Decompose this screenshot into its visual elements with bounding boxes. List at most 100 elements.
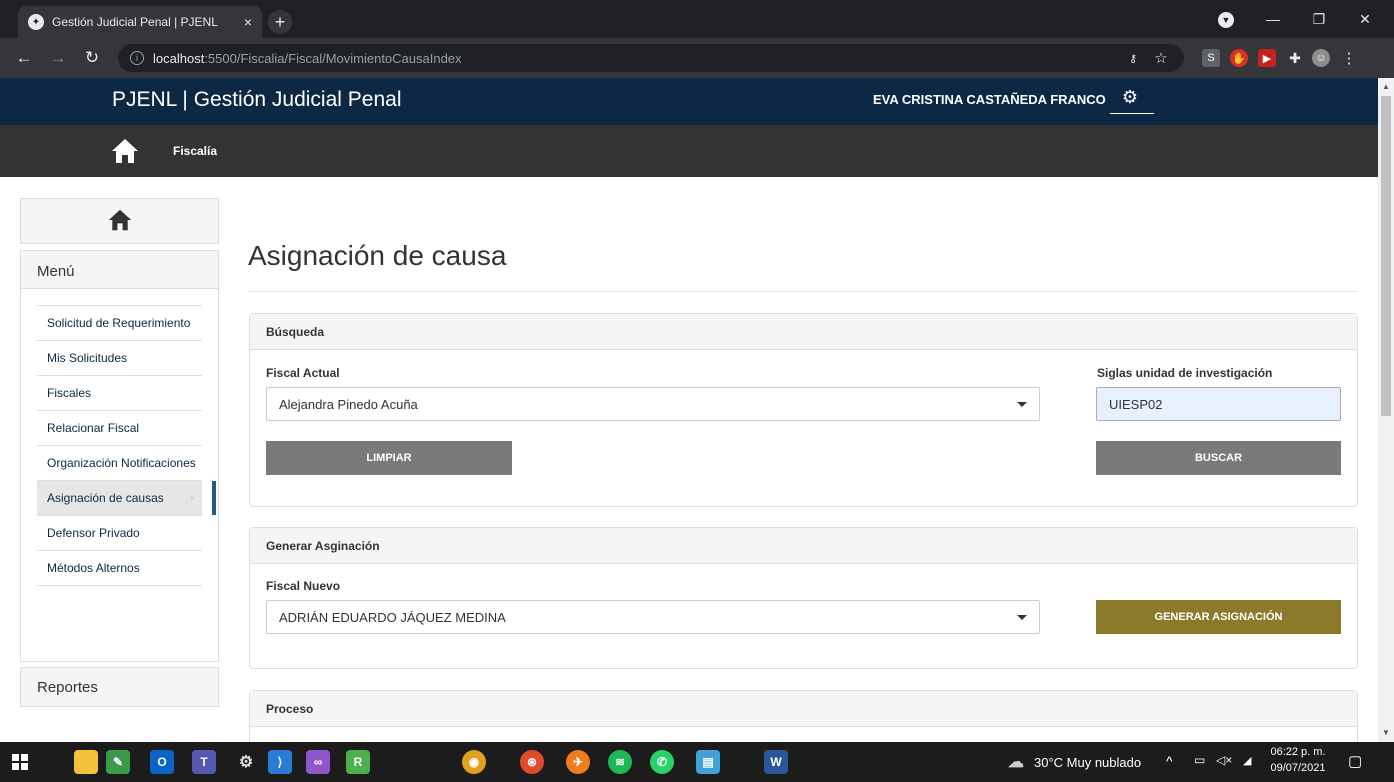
settings-app-icon[interactable]: ⚙ — [234, 750, 258, 774]
weather-text[interactable]: 30°C Muy nublado — [1034, 755, 1141, 770]
clock-time[interactable]: 06:22 p. m. — [1270, 746, 1326, 758]
tab-title: Gestión Judicial Penal | PJENL — [52, 15, 218, 29]
assignment-panel: Generar Asginación Fiscal Nuevo ADRIÁN E… — [249, 527, 1358, 669]
fiscal-actual-label: Fiscal Actual — [266, 366, 340, 380]
restore-button[interactable]: ❐ — [1296, 0, 1342, 38]
network-icon[interactable]: ◢ — [1243, 754, 1251, 767]
browser-menu-icon[interactable]: ⋮ — [1340, 49, 1358, 67]
extensions-puzzle-icon[interactable]: ✚ — [1286, 49, 1304, 67]
user-avatar-icon[interactable]: ☺ — [1312, 49, 1330, 67]
site-favicon-icon: ✦ — [28, 14, 44, 30]
home-icon — [106, 208, 134, 235]
speaker-icon[interactable]: ◁× — [1216, 753, 1232, 767]
fiscal-nuevo-value: ADRIÁN EDUARDO JÁQUEZ MEDINA — [279, 610, 506, 625]
scrollbar-thumb[interactable] — [1381, 96, 1391, 416]
process-panel-heading: Proceso — [250, 691, 1357, 727]
sidebar-item-mis-solicitudes[interactable]: Mis Solicitudes — [37, 341, 202, 376]
sidebar-menu: Menú Solicitud de Requerimiento Mis Soli… — [20, 250, 219, 662]
browser-tab[interactable]: ✦ Gestión Judicial Penal | PJENL × — [18, 6, 262, 38]
sidebar-item-fiscales[interactable]: Fiscales — [37, 376, 202, 411]
sql-tool-icon[interactable]: ▤ — [696, 750, 720, 774]
adblock-extension-icon[interactable]: ✋ — [1230, 49, 1248, 67]
tab-close-icon[interactable]: × — [244, 14, 252, 30]
sidebar-menu-list: Solicitud de Requerimiento Mis Solicitud… — [37, 305, 216, 586]
url-host: localhost — [153, 50, 205, 66]
notepad-app-icon[interactable]: ✎ — [106, 750, 130, 774]
page-title: Asignación de causa — [248, 240, 507, 271]
postman-icon[interactable]: ✈ — [566, 750, 590, 774]
extension-icon[interactable]: S — [1202, 49, 1220, 67]
siglas-input[interactable]: UIESP02 — [1096, 387, 1341, 421]
scroll-down-icon[interactable]: ▼ — [1382, 728, 1390, 737]
whatsapp-icon[interactable]: ✆ — [650, 750, 674, 774]
back-arrow-icon[interactable]: ← — [14, 48, 34, 68]
teams-icon[interactable]: T — [192, 750, 216, 774]
fiscal-actual-value: Alejandra Pinedo Acuña — [279, 397, 418, 412]
search-button[interactable]: BUSCAR — [1096, 441, 1341, 475]
generate-assignment-button[interactable]: GENERAR ASIGNACIÓN — [1096, 600, 1341, 634]
url-path: :5500/Fiscalia/Fiscal/MovimientoCausaInd… — [204, 50, 462, 66]
process-panel: Proceso — [249, 690, 1358, 750]
browser-tab-bar: ✦ Gestión Judicial Penal | PJENL × + ▼ —… — [0, 0, 1394, 38]
settings-gear-icon[interactable]: ⚙ — [1119, 86, 1141, 108]
weather-cloud-icon[interactable]: ☁ — [1004, 750, 1028, 774]
home-icon[interactable] — [110, 137, 140, 168]
visual-studio-icon[interactable]: ∞ — [306, 750, 330, 774]
notifications-icon[interactable]: ▢ — [1348, 752, 1362, 770]
app-header: PJENL | Gestión Judicial Penal EVA CRIST… — [0, 78, 1378, 125]
address-bar[interactable]: i localhost:5500/Fiscalia/Fiscal/Movimie… — [118, 44, 1184, 72]
search-panel-heading: Búsqueda — [250, 314, 1357, 350]
assignment-panel-heading: Generar Asginación — [250, 528, 1357, 564]
file-explorer-icon[interactable] — [74, 750, 98, 774]
forward-arrow-icon[interactable]: → — [48, 48, 68, 68]
dev-tool-icon[interactable]: R — [346, 750, 370, 774]
password-key-icon[interactable]: ⚷ — [1124, 49, 1142, 67]
section-nav: Fiscalía — [0, 125, 1378, 177]
window-close-button[interactable]: ✕ — [1342, 0, 1388, 38]
chrome-icon[interactable]: ◉ — [462, 750, 486, 774]
spotify-icon[interactable]: ≋ — [608, 750, 632, 774]
search-panel: Búsqueda Fiscal Actual Alejandra Pinedo … — [249, 313, 1358, 507]
minimize-button[interactable]: — — [1250, 0, 1296, 38]
os-taskbar: ✎ O T ⚙ ⟩ ∞ R ◉ ⊛ ✈ ≋ ✆ ▤ W ☁ 30°C Muy n… — [0, 742, 1394, 782]
gear-underline — [1110, 113, 1154, 114]
site-info-icon[interactable]: i — [130, 51, 144, 65]
browser-toolbar: ← → ↻ i localhost:5500/Fiscalia/Fiscal/M… — [0, 38, 1394, 78]
sidebar-item-relacionar-fiscal[interactable]: Relacionar Fiscal — [37, 411, 202, 446]
vscode-icon[interactable]: ⟩ — [268, 750, 292, 774]
browser-profile-icon[interactable]: ▼ — [1218, 12, 1234, 28]
fiscal-nuevo-select[interactable]: ADRIÁN EDUARDO JÁQUEZ MEDINA — [266, 600, 1040, 634]
clock-date[interactable]: 09/07/2021 — [1270, 762, 1326, 774]
dropdown-caret-icon — [1017, 402, 1027, 407]
sidebar-home-button[interactable] — [20, 198, 219, 244]
sidebar-item-metodos-alternos[interactable]: Métodos Alternos — [37, 551, 202, 586]
app-circle-icon[interactable]: ⊛ — [520, 750, 544, 774]
fiscal-nuevo-label: Fiscal Nuevo — [266, 579, 341, 593]
sidebar-reports[interactable]: Reportes — [20, 667, 219, 707]
user-name: EVA CRISTINA CASTAÑEDA FRANCO — [873, 92, 1106, 107]
windows-start-icon[interactable] — [8, 750, 32, 774]
sidebar-item-asignacion-causas[interactable]: Asignación de causas › — [37, 481, 216, 516]
siglas-label: Siglas unidad de investigación — [1097, 366, 1273, 380]
sidebar-item-organizacion-notificaciones[interactable]: Organización Notificaciones — [37, 446, 202, 481]
outlook-icon[interactable]: O — [150, 750, 174, 774]
sidebar-item-solicitud-requerimiento[interactable]: Solicitud de Requerimiento — [37, 306, 202, 341]
sidebar-menu-title[interactable]: Menú — [21, 251, 218, 289]
reload-icon[interactable]: ↻ — [82, 48, 102, 68]
sidebar-item-defensor-privado[interactable]: Defensor Privado — [37, 516, 202, 551]
fiscal-actual-select[interactable]: Alejandra Pinedo Acuña — [266, 387, 1040, 421]
page-scrollbar[interactable]: ▲ ▼ — [1378, 78, 1394, 742]
dropdown-caret-icon — [1017, 615, 1027, 620]
title-divider — [248, 291, 1358, 292]
tray-chevron-icon[interactable]: ^ — [1166, 753, 1173, 769]
section-label[interactable]: Fiscalía — [173, 144, 217, 158]
word-icon[interactable]: W — [764, 750, 788, 774]
app-brand[interactable]: PJENL | Gestión Judicial Penal — [112, 88, 402, 112]
clear-button[interactable]: LIMPIAR — [266, 441, 512, 475]
bookmark-star-icon[interactable]: ☆ — [1152, 49, 1170, 67]
tray-battery-icon[interactable]: ▭ — [1194, 753, 1205, 767]
new-tab-button[interactable]: + — [268, 10, 292, 34]
sidebar-item-label: Asignación de causas — [47, 491, 164, 505]
video-extension-icon[interactable]: ▶ — [1258, 49, 1276, 67]
scroll-up-icon[interactable]: ▲ — [1382, 82, 1390, 91]
